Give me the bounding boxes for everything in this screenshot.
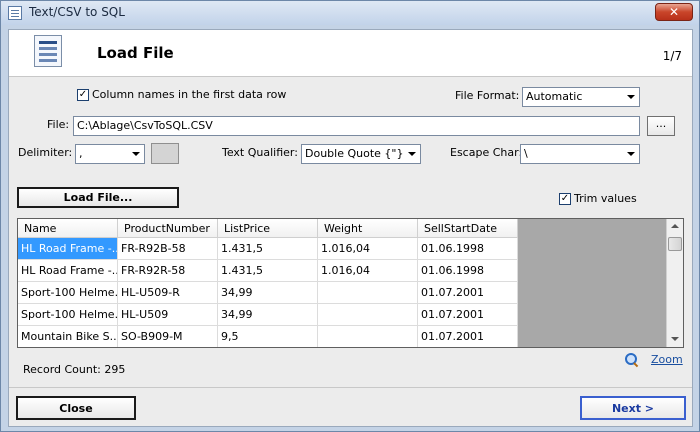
grid-cell[interactable]: HL-U509-R (118, 282, 218, 304)
scroll-thumb[interactable] (668, 237, 682, 251)
grid-cell[interactable] (318, 326, 418, 347)
file-format-label: File Format: (455, 89, 520, 102)
file-format-value: Automatic (526, 90, 583, 103)
grid-cell[interactable]: FR-R92R-58 (118, 260, 218, 282)
wizard-header: Load File 1/7 (9, 30, 692, 77)
chevron-down-icon (627, 152, 635, 156)
file-path-input[interactable]: C:\Ablage\CsvToSQL.CSV (73, 116, 640, 136)
column-header[interactable]: SellStartDate (418, 219, 518, 238)
next-button[interactable]: Next > (580, 396, 686, 420)
zoom-link[interactable]: Zoom (651, 353, 683, 366)
close-button[interactable]: Close (16, 396, 136, 420)
grid-cell[interactable]: 1.016,04 (318, 260, 418, 282)
table-row[interactable]: Mountain Bike S... SO-B909-M 9,5 01.07.2… (18, 326, 518, 347)
delimiter-preview[interactable] (151, 143, 179, 164)
column-header[interactable]: ListPrice (218, 219, 318, 238)
grid-cell[interactable]: 1.016,04 (318, 238, 418, 260)
grid-cell[interactable]: 01.07.2001 (418, 326, 518, 347)
delimiter-select[interactable]: , (75, 144, 145, 164)
footer-divider (9, 387, 692, 388)
app-icon (8, 6, 22, 20)
grid-cell[interactable] (318, 282, 418, 304)
grid-cell[interactable]: 1.431,5 (218, 260, 318, 282)
trim-values-checkbox[interactable]: ✓ (559, 193, 571, 205)
browse-button[interactable]: ... (647, 116, 675, 136)
grid-cell[interactable]: SO-B909-M (118, 326, 218, 347)
column-names-checkbox[interactable]: ✓ (77, 89, 89, 101)
text-qualifier-value: Double Quote {"} (305, 147, 404, 160)
grid-cell[interactable]: 9,5 (218, 326, 318, 347)
file-format-select[interactable]: Automatic (522, 87, 640, 107)
grid-cell[interactable]: 01.07.2001 (418, 282, 518, 304)
grid-cell[interactable]: 01.06.1998 (418, 260, 518, 282)
chevron-down-icon (408, 152, 416, 156)
grid-cell[interactable]: HL Road Frame -... (18, 238, 118, 260)
grid-cell[interactable]: 01.07.2001 (418, 304, 518, 326)
column-header[interactable]: ProductNumber (118, 219, 218, 238)
step-indicator: 1/7 (662, 49, 682, 63)
record-count: Record Count: 295 (23, 363, 126, 376)
file-label: File: (47, 118, 70, 131)
grid-cell[interactable]: FR-R92B-58 (118, 238, 218, 260)
delimiter-value: , (79, 147, 83, 160)
grid-cell[interactable]: 1.431,5 (218, 238, 318, 260)
window-title: Text/CSV to SQL (29, 5, 125, 19)
escape-char-label: Escape Char: (450, 146, 523, 159)
grid-cell[interactable]: HL Road Frame -... (18, 260, 118, 282)
escape-char-value: \ (524, 147, 528, 160)
grid-cell[interactable]: 34,99 (218, 282, 318, 304)
delimiter-label: Delimiter: (18, 146, 73, 159)
grid-cell[interactable]: 01.06.1998 (418, 238, 518, 260)
main-window: Text/CSV to SQL ✕ Load File 1/7 ✓ Column… (0, 0, 700, 432)
text-qualifier-select[interactable]: Double Quote {"} (301, 144, 421, 164)
load-file-button[interactable]: Load File... (17, 187, 179, 208)
page-title: Load File (97, 44, 174, 62)
table-row[interactable]: Sport-100 Helme... HL-U509-R 34,99 01.07… (18, 282, 518, 304)
grid-cell[interactable] (318, 304, 418, 326)
column-names-label: Column names in the first data row (92, 88, 287, 101)
text-qualifier-label: Text Qualifier: (222, 146, 298, 159)
grid-cell[interactable]: Mountain Bike S... (18, 326, 118, 347)
grid-cell[interactable]: Sport-100 Helme... (18, 304, 118, 326)
data-grid[interactable]: Name ProductNumber ListPrice Weight Sell… (17, 218, 684, 348)
document-icon (34, 35, 62, 67)
scroll-down-arrow-icon[interactable] (667, 331, 683, 347)
column-header[interactable]: Name (18, 219, 118, 238)
chevron-down-icon (627, 95, 635, 99)
grid-cell[interactable]: 34,99 (218, 304, 318, 326)
escape-char-select[interactable]: \ (520, 144, 640, 164)
column-header[interactable]: Weight (318, 219, 418, 238)
magnifier-icon[interactable] (625, 353, 638, 366)
table-row[interactable]: HL Road Frame -... FR-R92B-58 1.431,5 1.… (18, 238, 518, 260)
window-close-button[interactable]: ✕ (655, 3, 693, 21)
title-bar[interactable]: Text/CSV to SQL ✕ (1, 1, 699, 25)
grid-vertical-scrollbar[interactable] (666, 219, 683, 347)
table-row[interactable]: Sport-100 Helme... HL-U509 34,99 01.07.2… (18, 304, 518, 326)
chevron-down-icon (132, 152, 140, 156)
wizard-panel: Load File 1/7 ✓ Column names in the firs… (8, 29, 693, 427)
trim-values-label: Trim values (574, 192, 637, 205)
grid-cell[interactable]: HL-U509 (118, 304, 218, 326)
table-row[interactable]: HL Road Frame -... FR-R92R-58 1.431,5 1.… (18, 260, 518, 282)
grid-header: Name ProductNumber ListPrice Weight Sell… (18, 219, 518, 238)
grid-cell[interactable]: Sport-100 Helme... (18, 282, 118, 304)
scroll-up-arrow-icon[interactable] (667, 219, 683, 235)
